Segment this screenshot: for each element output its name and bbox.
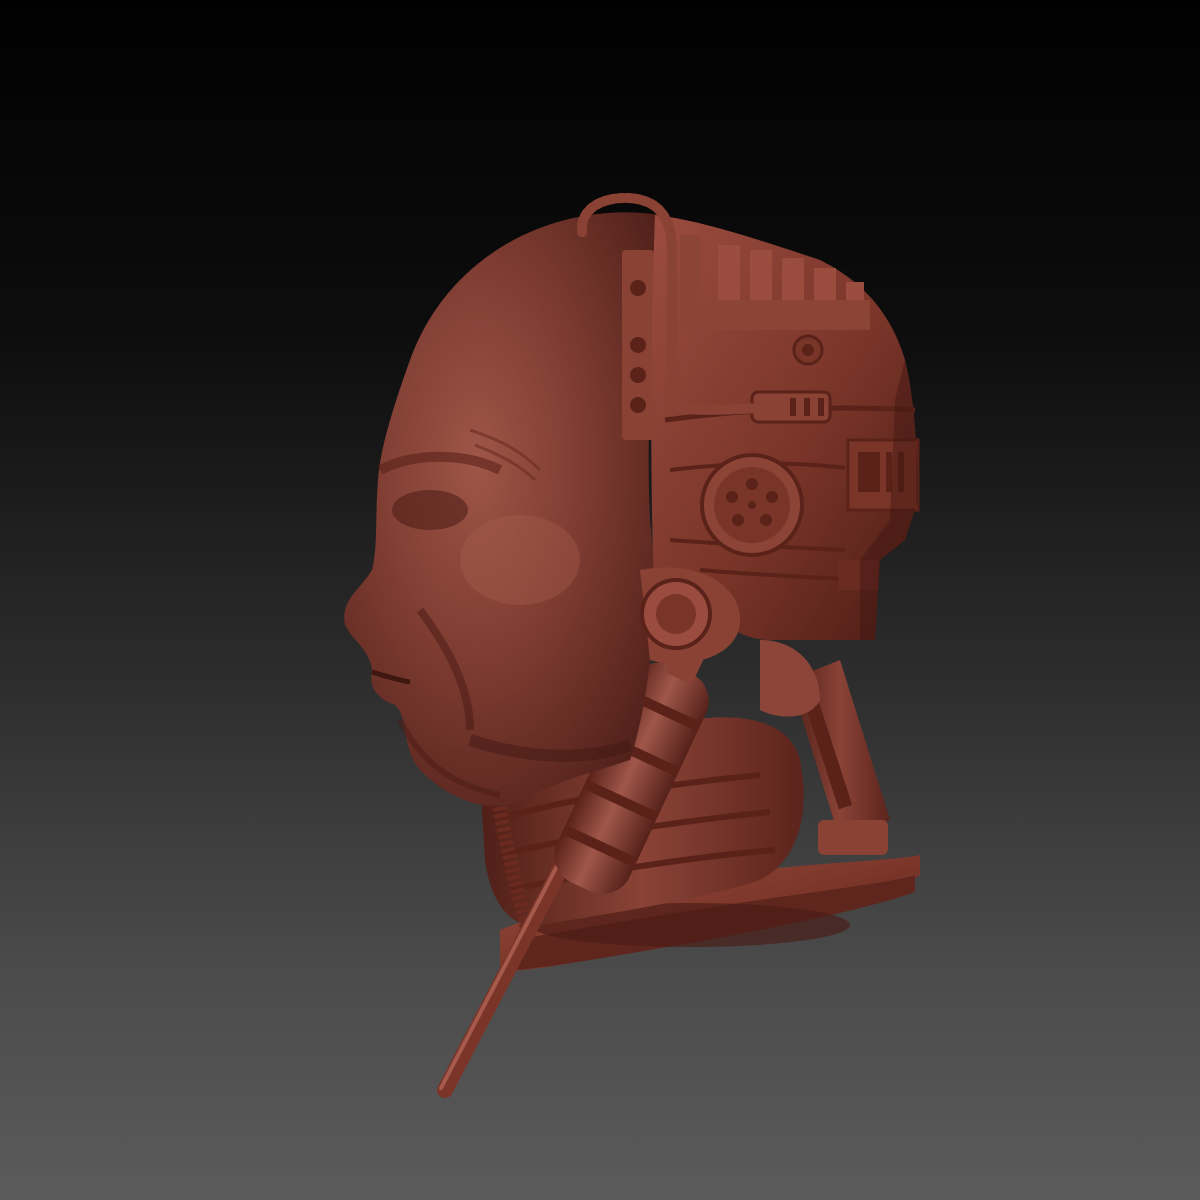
seam-panel — [622, 250, 654, 440]
human-face — [344, 212, 660, 806]
ear-gear — [700, 453, 804, 557]
render-viewport[interactable] — [0, 0, 1200, 1200]
cyborg-head-sculpt[interactable] — [0, 0, 1200, 1200]
